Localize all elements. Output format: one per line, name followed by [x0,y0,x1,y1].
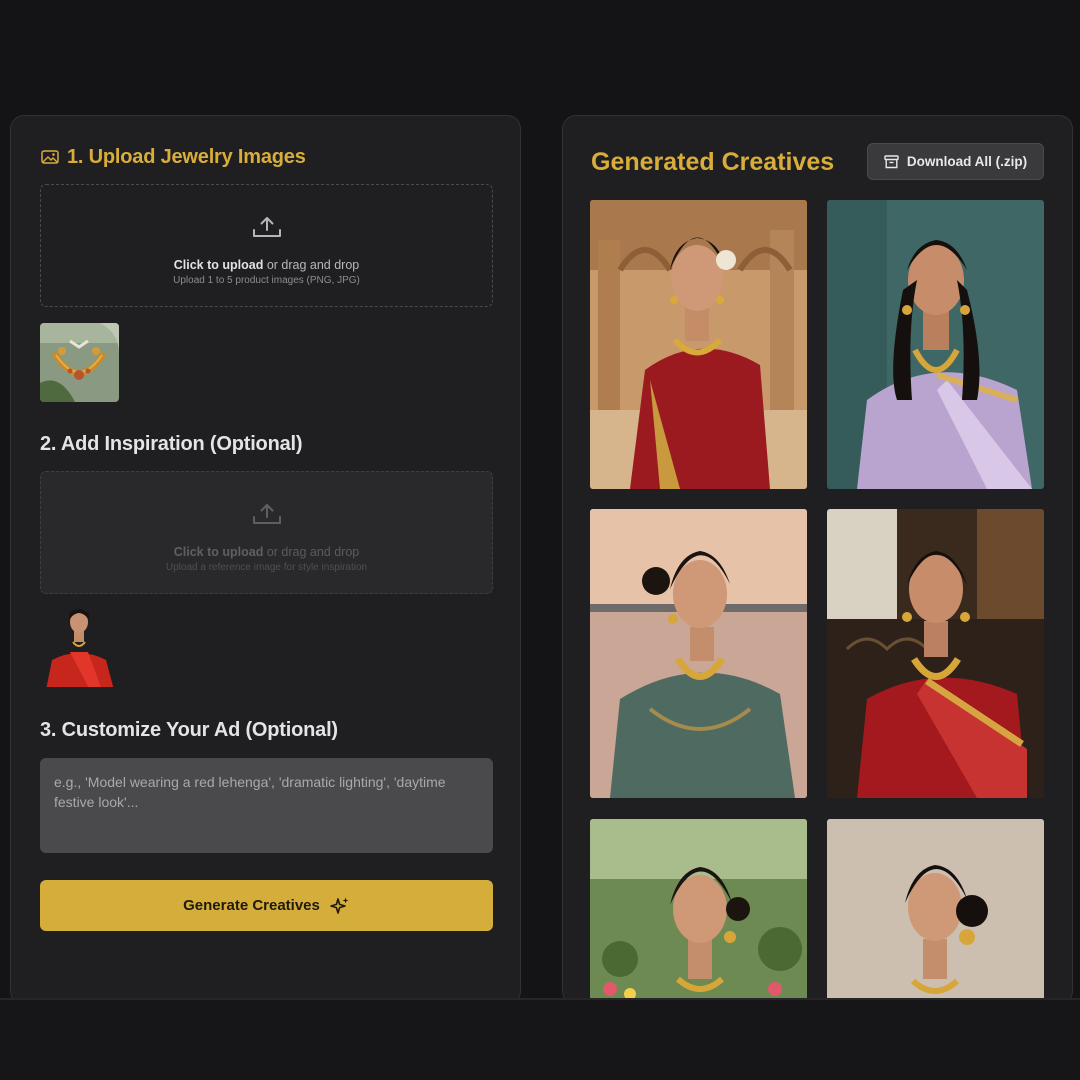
ad-prompt-textarea[interactable]: e.g., 'Model wearing a red lehenga', 'dr… [40,758,493,853]
click-to-upload-link[interactable]: Click to upload [174,545,264,559]
creative-image[interactable] [590,200,807,489]
creative-green-lehenga-sunset [590,509,807,798]
jewelry-thumbnail[interactable] [40,323,119,402]
creative-image[interactable] [590,509,807,798]
footer-bar [0,998,1080,1080]
creative-garden-portrait [590,819,807,1004]
upload-instruction: Click to upload or drag and drop [41,258,492,272]
inspiration-upload-dropzone[interactable]: Click to upload or drag and drop Upload … [40,471,493,594]
upload-section-title: 1. Upload Jewelry Images [67,146,306,168]
creative-studio-portrait [827,819,1044,1004]
input-panel: 1. Upload Jewelry Images Click to upload… [10,115,521,1005]
upload-instruction: Click to upload or drag and drop [41,545,492,559]
inspiration-section-title: 2. Add Inspiration (Optional) [40,433,303,455]
drag-drop-text: or drag and drop [263,258,360,272]
jewelry-upload-dropzone[interactable]: Click to upload or drag and drop Upload … [40,184,493,307]
download-all-label: Download All (.zip) [906,154,1028,169]
inspiration-model-image [40,608,119,687]
results-panel: Generated Creatives Download All (.zip) [562,115,1073,1005]
upload-icon [253,217,281,237]
jewelry-set-image [40,323,119,402]
app-root: 1. Upload Jewelry Images Click to upload… [0,0,1080,1080]
creative-red-lehenga [590,200,807,489]
creative-image[interactable] [827,200,1044,489]
upload-hint: Upload 1 to 5 product images (PNG, JPG) [173,275,360,286]
prompt-placeholder: e.g., 'Model wearing a red lehenga', 'dr… [54,774,446,810]
upload-icon [253,504,281,524]
generate-button-label: Generate Creatives [183,897,320,914]
creative-red-silk-saree [827,509,1044,798]
sparkle-icon [330,897,349,914]
creative-image[interactable] [827,819,1044,1004]
upload-hint: Upload a reference image for style inspi… [165,562,368,573]
click-to-upload-link[interactable]: Click to upload [174,258,264,272]
drag-drop-text: or drag and drop [263,545,360,559]
results-title: Generated Creatives [591,148,835,176]
creative-image[interactable] [827,509,1044,798]
inspiration-thumbnail[interactable] [40,608,119,687]
creative-image[interactable] [590,819,807,1004]
creative-lilac-saree [827,200,1044,489]
customize-section-title: 3. Customize Your Ad (Optional) [40,719,338,741]
download-all-button[interactable]: Download All (.zip) [867,143,1044,180]
archive-icon [884,154,899,168]
generate-creatives-button[interactable]: Generate Creatives [40,880,493,931]
image-icon [41,150,59,164]
